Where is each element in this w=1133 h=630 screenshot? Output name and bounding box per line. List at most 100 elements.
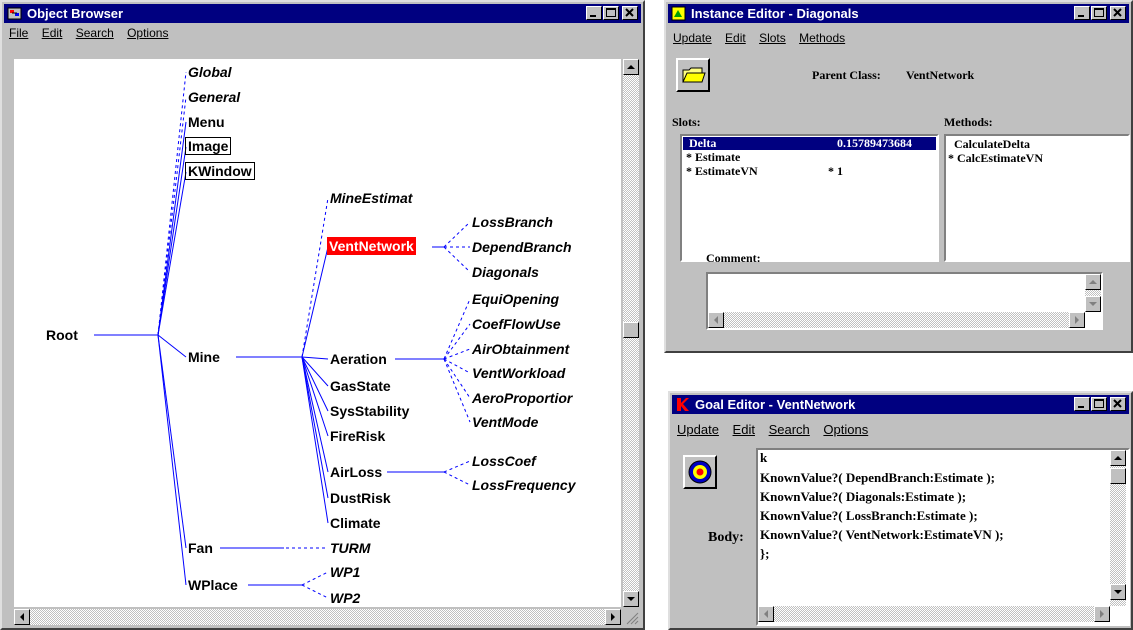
slot-name: Delta xyxy=(689,136,717,150)
method-name: CalculateDelta xyxy=(954,137,1030,151)
tree-node-kwindow[interactable]: KWindow xyxy=(185,162,255,180)
close-button[interactable] xyxy=(622,6,638,20)
menu-edit[interactable]: Edit xyxy=(728,420,760,439)
instance-editor-app-icon xyxy=(671,6,686,21)
scroll-right-button[interactable] xyxy=(605,609,621,625)
goal-target-button[interactable] xyxy=(683,455,717,489)
instance-close-button[interactable] xyxy=(1110,6,1126,20)
menu-edit[interactable]: Edit xyxy=(37,24,68,43)
methods-listbox[interactable]: CalculateDelta * CalcEstimateVN xyxy=(944,134,1130,262)
tree-node-loss-coef[interactable]: LossCoef xyxy=(472,453,536,469)
tree-node-fire-risk[interactable]: FireRisk xyxy=(330,428,385,444)
scroll-down-button[interactable] xyxy=(623,591,639,607)
tree-node-loss-frequency[interactable]: LossFrequency xyxy=(472,477,575,493)
comment-scroll-left-button[interactable] xyxy=(708,312,724,328)
tree-node-sys-stability[interactable]: SysStability xyxy=(330,403,409,419)
tree-node-wplace[interactable]: WPlace xyxy=(188,577,238,593)
tree-node-wp1[interactable]: WP1 xyxy=(330,564,360,580)
object-browser-title: Object Browser xyxy=(27,6,124,21)
tree-node-dust-risk[interactable]: DustRisk xyxy=(330,490,391,506)
instance-maximize-button[interactable] xyxy=(1091,6,1107,20)
tree-node-aeration[interactable]: Aeration xyxy=(330,351,387,367)
menu-edit[interactable]: Edit xyxy=(720,29,751,48)
goal-scroll-up-button[interactable] xyxy=(1110,450,1126,466)
menu-update[interactable]: Update xyxy=(672,420,724,439)
arrow-right-icon xyxy=(1075,316,1079,324)
tree-node-equi-opening[interactable]: EquiOpening xyxy=(472,291,559,307)
goal-body-textarea[interactable]: k KnownValue?( DependBranch:Estimate ); … xyxy=(756,448,1130,626)
goal-body-line: k xyxy=(760,450,768,465)
tree-node-loss-branch[interactable]: LossBranch xyxy=(472,214,553,230)
object-browser-title-bar[interactable]: Object Browser xyxy=(4,4,641,23)
tree-node-air-loss[interactable]: AirLoss xyxy=(330,464,382,480)
menu-methods[interactable]: Methods xyxy=(794,29,850,48)
goal-horizontal-scrollbar[interactable] xyxy=(758,606,1110,622)
menu-options[interactable]: Options xyxy=(122,24,173,43)
instance-editor-menu-bar: Update Edit Slots Methods xyxy=(668,29,1129,48)
maximize-icon xyxy=(1094,399,1104,408)
goal-minimize-button[interactable] xyxy=(1074,397,1090,411)
comment-horizontal-scrollbar[interactable] xyxy=(708,312,1085,328)
tree-node-wp2[interactable]: WP2 xyxy=(330,590,360,606)
menu-search[interactable]: Search xyxy=(71,24,119,43)
maximize-button[interactable] xyxy=(603,6,619,20)
slot-row-selected[interactable]: Delta 0.15789473684 xyxy=(683,136,936,150)
menu-file[interactable]: File xyxy=(4,24,33,43)
tree-connector-lines xyxy=(94,71,471,599)
tree-node-mine-estimat[interactable]: MineEstimat xyxy=(330,190,412,206)
tree-node-air-obtainment[interactable]: AirObtainment xyxy=(472,341,569,357)
method-name: * CalcEstimateVN xyxy=(948,151,1043,165)
tree-node-global[interactable]: Global xyxy=(188,64,232,80)
tree-node-menu[interactable]: Menu xyxy=(188,114,225,130)
object-browser-tree-canvas[interactable]: Root Global General Menu Image KWindow M… xyxy=(14,59,621,607)
tree-node-root[interactable]: Root xyxy=(46,327,78,343)
resize-grip-icon[interactable] xyxy=(623,609,639,625)
object-browser-horizontal-scrollbar[interactable] xyxy=(14,609,621,625)
menu-update[interactable]: Update xyxy=(668,29,717,48)
tree-node-climate[interactable]: Climate xyxy=(330,515,381,531)
menu-options-label: Options xyxy=(823,422,869,437)
menu-search[interactable]: Search xyxy=(764,420,815,439)
slot-row[interactable]: * EstimateVN * 1 xyxy=(683,164,936,178)
comment-scroll-down-button[interactable] xyxy=(1085,296,1101,312)
goal-close-button[interactable] xyxy=(1110,397,1126,411)
goal-scroll-left-button[interactable] xyxy=(758,606,774,622)
comment-scroll-right-button[interactable] xyxy=(1069,312,1085,328)
open-folder-button[interactable] xyxy=(676,58,710,92)
method-row[interactable]: CalculateDelta xyxy=(954,137,1030,152)
tree-node-vent-mode[interactable]: VentMode xyxy=(472,414,538,430)
slots-listbox[interactable]: Delta 0.15789473684 * Estimate * Estimat… xyxy=(680,134,939,262)
menu-update-label: Update xyxy=(677,422,719,437)
scroll-left-button[interactable] xyxy=(14,609,30,625)
slot-row[interactable]: * Estimate xyxy=(683,150,936,164)
goal-maximize-button[interactable] xyxy=(1091,397,1107,411)
tree-node-turm[interactable]: TURM xyxy=(330,540,370,556)
tree-node-vent-network-selected[interactable]: VentNetwork xyxy=(327,237,416,255)
tree-node-image[interactable]: Image xyxy=(185,137,232,155)
scroll-up-button[interactable] xyxy=(623,59,639,75)
tree-node-coef-flow-use[interactable]: CoefFlowUse xyxy=(472,316,561,332)
goal-body-line: }; xyxy=(760,546,770,561)
goal-editor-title-bar[interactable]: Goal Editor - VentNetwork xyxy=(672,395,1129,414)
tree-node-aero-proportion[interactable]: AeroProportior xyxy=(472,390,572,406)
tree-node-depend-branch[interactable]: DependBranch xyxy=(472,239,572,255)
slot-value: * 1 xyxy=(828,164,843,178)
goal-scroll-down-button[interactable] xyxy=(1110,584,1126,600)
menu-options[interactable]: Options xyxy=(818,420,873,439)
tree-node-fan[interactable]: Fan xyxy=(188,540,213,556)
tree-node-general[interactable]: General xyxy=(188,89,240,105)
goal-scroll-right-button[interactable] xyxy=(1094,606,1110,622)
arrow-up-icon xyxy=(1089,280,1097,284)
minimize-button[interactable] xyxy=(586,6,602,20)
method-row[interactable]: * CalcEstimateVN xyxy=(948,151,1043,166)
menu-slots[interactable]: Slots xyxy=(754,29,791,48)
goal-vertical-scroll-thumb[interactable] xyxy=(1110,468,1126,484)
tree-node-vent-workload[interactable]: VentWorkload xyxy=(472,365,565,381)
tree-node-diagonals[interactable]: Diagonals xyxy=(472,264,539,280)
instance-editor-title-bar[interactable]: Instance Editor - Diagonals xyxy=(668,4,1129,23)
tree-node-mine[interactable]: Mine xyxy=(188,349,220,365)
instance-minimize-button[interactable] xyxy=(1074,6,1090,20)
comment-scroll-up-button[interactable] xyxy=(1085,274,1101,290)
vertical-scroll-thumb[interactable] xyxy=(623,322,639,338)
tree-node-gas-state[interactable]: GasState xyxy=(330,378,391,394)
